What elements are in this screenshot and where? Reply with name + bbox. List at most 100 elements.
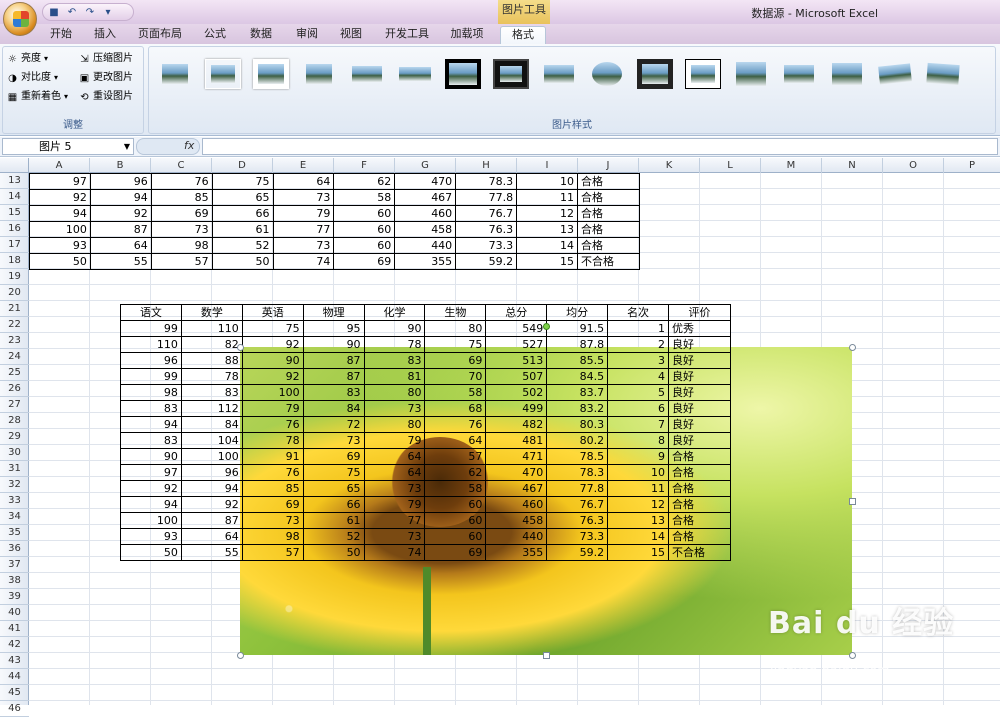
table-cell[interactable]: 84 xyxy=(302,400,365,417)
table-cell[interactable]: 7 xyxy=(607,416,670,433)
table-cell[interactable]: 91.5 xyxy=(546,320,609,337)
table-cell[interactable]: 95 xyxy=(302,320,365,337)
col-header-i[interactable]: I xyxy=(517,158,578,173)
table-cell[interactable]: 85.5 xyxy=(546,352,609,369)
table-cell[interactable]: 96 xyxy=(120,352,182,369)
picture-style-2[interactable] xyxy=(205,59,241,89)
table-cell[interactable]: 96 xyxy=(89,173,152,190)
row-header-33[interactable]: 33 xyxy=(0,493,29,509)
table-cell[interactable]: 60 xyxy=(333,205,396,222)
table-cell[interactable]: 11 xyxy=(607,480,670,497)
row-header-21[interactable]: 21 xyxy=(0,301,29,317)
table-cell[interactable]: 88 xyxy=(180,352,243,369)
table-cell[interactable]: 94 xyxy=(29,205,91,222)
resize-handle-right[interactable] xyxy=(849,498,856,505)
table-cell[interactable]: 92 xyxy=(180,496,243,513)
table-cell[interactable]: 78.5 xyxy=(546,448,609,465)
table-cell[interactable]: 68 xyxy=(424,400,487,417)
table-cell[interactable]: 良好 xyxy=(668,400,731,417)
table-cell[interactable]: 97 xyxy=(120,464,182,481)
table-cell[interactable]: 94 xyxy=(180,480,243,497)
table-cell[interactable]: 6 xyxy=(607,400,670,417)
table-cell[interactable]: 73 xyxy=(241,512,304,529)
row-header-24[interactable]: 24 xyxy=(0,349,29,365)
table-cell[interactable]: 73 xyxy=(363,528,426,545)
table-cell[interactable]: 80 xyxy=(363,384,426,401)
row-header-42[interactable]: 42 xyxy=(0,637,29,653)
table-cell[interactable]: 61 xyxy=(302,512,365,529)
row-header-20[interactable]: 20 xyxy=(0,285,29,301)
table-cell[interactable]: 76 xyxy=(241,416,304,433)
table-cell[interactable]: 良好 xyxy=(668,368,731,385)
resize-handle-bottom[interactable] xyxy=(543,652,550,659)
row-header-23[interactable]: 23 xyxy=(0,333,29,349)
table-cell[interactable]: 65 xyxy=(211,189,274,206)
table-cell[interactable]: 98 xyxy=(150,237,213,254)
table-cell[interactable]: 不合格 xyxy=(668,544,731,561)
row-header-34[interactable]: 34 xyxy=(0,509,29,525)
col-header-a[interactable]: A xyxy=(29,158,90,173)
table-cell[interactable]: 93 xyxy=(29,237,91,254)
table-cell[interactable]: 73 xyxy=(363,480,426,497)
table-cell[interactable]: 74 xyxy=(272,253,335,270)
table-cell[interactable]: 507 xyxy=(485,368,548,385)
picture-style-4[interactable] xyxy=(301,59,337,89)
resize-handle-bottom-left[interactable] xyxy=(237,652,244,659)
table-cell[interactable]: 78.3 xyxy=(546,464,609,481)
table-cell[interactable]: 82 xyxy=(180,336,243,353)
picture-style-9[interactable] xyxy=(541,59,577,89)
table-cell[interactable]: 60 xyxy=(333,237,396,254)
table-cell[interactable]: 69 xyxy=(302,448,365,465)
row-header-31[interactable]: 31 xyxy=(0,461,29,477)
table-cell[interactable]: 11 xyxy=(516,189,578,206)
table-cell[interactable]: 13 xyxy=(607,512,670,529)
resize-handle-bottom-right[interactable] xyxy=(849,652,856,659)
table-cell[interactable]: 91 xyxy=(241,448,304,465)
row-header-27[interactable]: 27 xyxy=(0,397,29,413)
table-cell[interactable]: 61 xyxy=(211,221,274,238)
table-cell[interactable]: 87 xyxy=(89,221,152,238)
table-cell[interactable]: 合格 xyxy=(668,528,731,545)
table-cell[interactable]: 12 xyxy=(516,205,578,222)
table-cell[interactable]: 83.7 xyxy=(546,384,609,401)
table-cell[interactable]: 355 xyxy=(485,544,548,561)
table-cell[interactable]: 73 xyxy=(150,221,213,238)
table-cell[interactable]: 94 xyxy=(120,416,182,433)
table-cell[interactable]: 60 xyxy=(424,512,487,529)
table-cell[interactable]: 110 xyxy=(120,336,182,353)
table-cell[interactable]: 65 xyxy=(302,480,365,497)
col-header-n[interactable]: N xyxy=(822,158,883,173)
table-cell[interactable]: 不合格 xyxy=(576,253,641,270)
table-cell[interactable]: 83.2 xyxy=(546,400,609,417)
table-cell[interactable]: 76 xyxy=(241,464,304,481)
table-cell[interactable]: 527 xyxy=(485,336,548,353)
table-cell[interactable]: 513 xyxy=(485,352,548,369)
table-cell[interactable]: 502 xyxy=(485,384,548,401)
tab-format[interactable]: 格式 xyxy=(500,26,546,44)
table-cell[interactable]: 98 xyxy=(241,528,304,545)
picture-style-10[interactable] xyxy=(589,59,625,89)
tab-review[interactable]: 审阅 xyxy=(290,26,324,44)
col-header-h[interactable]: H xyxy=(456,158,517,173)
row-header-22[interactable]: 22 xyxy=(0,317,29,333)
row-header-32[interactable]: 32 xyxy=(0,477,29,493)
row-header-26[interactable]: 26 xyxy=(0,381,29,397)
table-cell[interactable]: 499 xyxy=(485,400,548,417)
table-cell[interactable]: 98 xyxy=(120,384,182,401)
table-cell[interactable]: 64 xyxy=(89,237,152,254)
table-cell[interactable]: 77 xyxy=(272,221,335,238)
table-cell[interactable]: 52 xyxy=(302,528,365,545)
table-cell[interactable]: 458 xyxy=(485,512,548,529)
table-cell[interactable]: 72 xyxy=(302,416,365,433)
row-header-37[interactable]: 37 xyxy=(0,557,29,573)
insert-function-icon[interactable]: fx xyxy=(184,139,194,152)
table-cell[interactable]: 14 xyxy=(516,237,578,254)
table-cell[interactable]: 75 xyxy=(424,336,487,353)
table-cell[interactable]: 75 xyxy=(211,173,274,190)
table-cell[interactable]: 合格 xyxy=(576,173,641,190)
compress-pictures-button[interactable]: ⇲ 压缩图片 xyxy=(79,51,133,67)
name-box-dropdown-icon[interactable]: ▼ xyxy=(124,139,130,154)
table-cell[interactable]: 471 xyxy=(485,448,548,465)
table-cell[interactable]: 64 xyxy=(363,448,426,465)
table-cell[interactable]: 85 xyxy=(150,189,213,206)
